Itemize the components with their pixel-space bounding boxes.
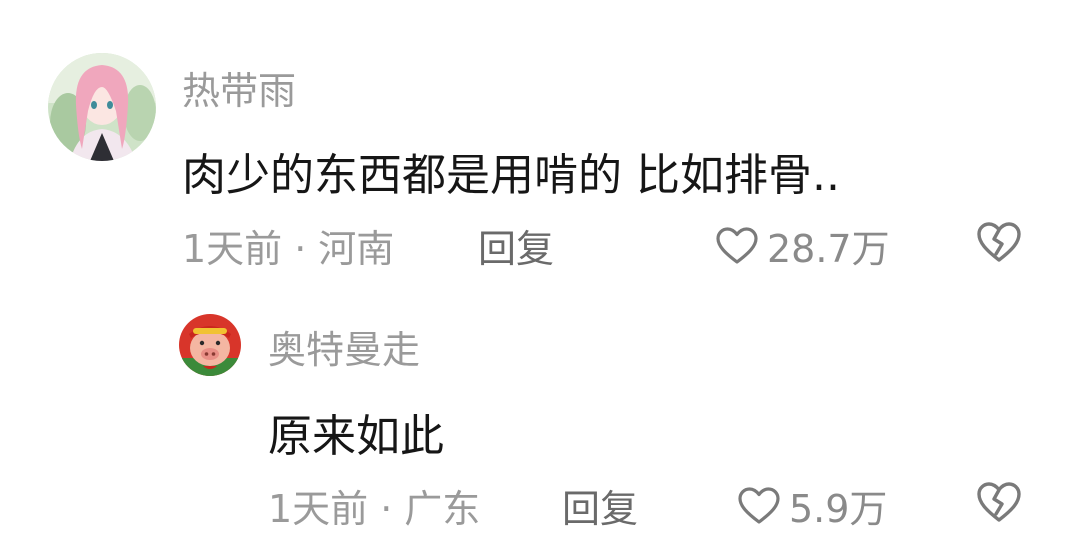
username[interactable]: 热带雨 <box>182 60 296 115</box>
separator-dot: · <box>380 487 393 531</box>
anime-girl-avatar-icon <box>48 53 156 161</box>
location: 河南 <box>318 227 395 271</box>
dislike-button[interactable] <box>975 220 1023 264</box>
comment-item: 热带雨 肉少的东西都是用啃的 比如排骨.. 1天前 · 河南 回复 28.7万 <box>0 0 1080 285</box>
location: 广东 <box>404 487 481 531</box>
comment-meta: 1天前 · 广东 <box>268 478 480 533</box>
reply-button[interactable]: 回复 <box>562 478 638 533</box>
username[interactable]: 奥特曼走 <box>268 319 420 374</box>
like-count: 5.9万 <box>789 487 888 531</box>
like-button[interactable]: 28.7万 <box>715 218 890 273</box>
like-count: 28.7万 <box>767 227 890 271</box>
avatar[interactable] <box>48 53 156 161</box>
timestamp: 1天前 <box>182 227 283 271</box>
heart-outline-icon <box>715 226 759 266</box>
cartoon-pig-avatar-icon <box>179 314 241 376</box>
heart-outline-icon <box>737 486 781 526</box>
comment-text: 肉少的东西都是用啃的 比如排骨.. <box>182 150 840 201</box>
broken-heart-icon <box>975 480 1023 524</box>
broken-heart-icon <box>975 220 1023 264</box>
comment-thread: 热带雨 肉少的东西都是用啃的 比如排骨.. 1天前·河南 回复 28.7万 <box>0 0 1080 550</box>
like-button[interactable]: 5.9万 <box>737 478 887 533</box>
reply-button[interactable]: 回复 <box>478 218 554 273</box>
comment-meta: 1天前 · 河南 <box>182 218 394 273</box>
comment-text: 原来如此 <box>268 411 444 462</box>
dislike-button[interactable] <box>975 480 1023 524</box>
timestamp: 1天前 <box>268 487 369 531</box>
avatar[interactable] <box>179 314 241 376</box>
separator-dot: · <box>294 227 307 271</box>
reply-item: 奥特曼走 原来如此 1天前 · 广东 回复 5.9万 <box>0 300 1080 550</box>
